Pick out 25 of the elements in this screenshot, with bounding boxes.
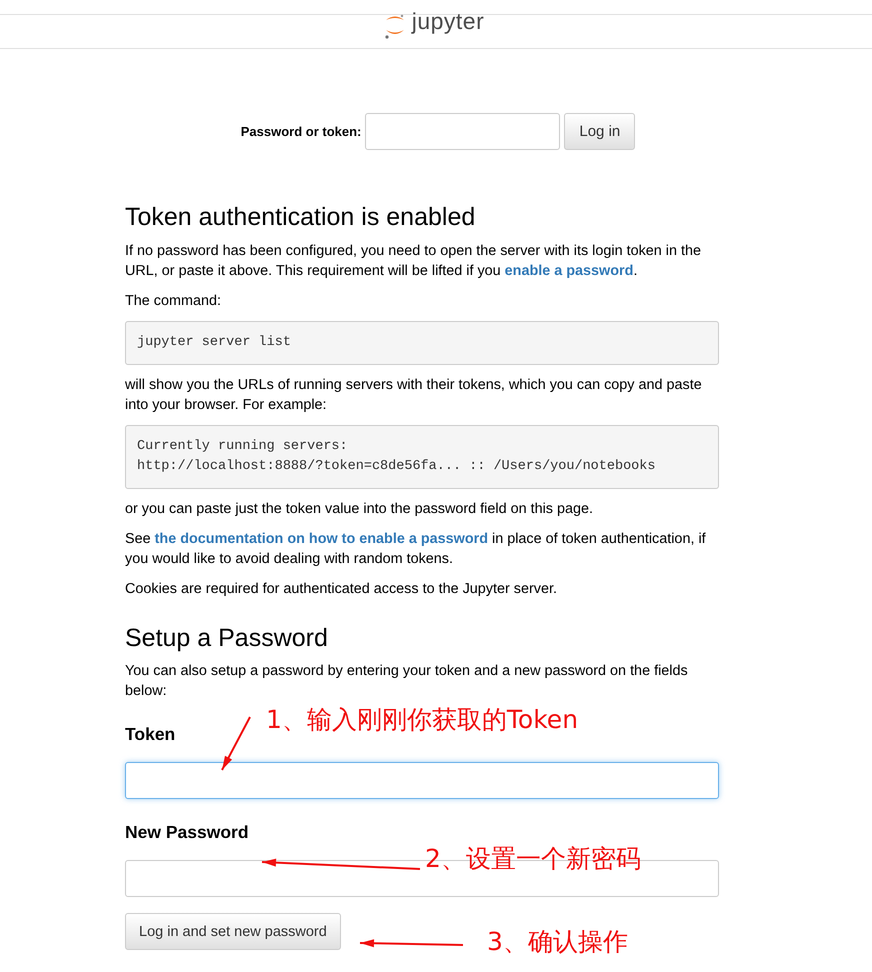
annotation-text: 2、设置一个新密码 [425,843,641,875]
paragraph: will show you the URLs of running servers with their tokens, which you can copy and paste into your browser. For example: [125,376,703,415]
code-block: Currently running servers: http://localhost:8888/?token=c8de56fa... :: /Users/you/notebooks [125,425,719,489]
field-label: Token [125,723,176,745]
paragraph: You can also setup a password by entering your token and a new password on the fields below: [125,662,689,701]
field-label: New Password [125,821,249,843]
input-field[interactable] [125,762,719,799]
paragraph: The command: [125,292,222,311]
password-field[interactable] [365,113,560,150]
documentation-link[interactable]: enable a password [504,263,634,279]
set-password-button[interactable]: Log in and set new password [125,913,341,950]
documentation-link[interactable]: the documentation on how to enable a password [154,531,488,547]
section-heading: Token authentication is enabled [125,202,476,232]
paragraph: Cookies are required for authenticated access to the Jupyter server. [125,580,558,599]
logo-icon [384,14,406,40]
login-button[interactable]: Log in [564,113,636,150]
code-block: jupyter server list [125,321,719,365]
paragraph: See the documentation on how to enable a password in place of token authentication, if you would like to avoid dealing with random tokens. [125,530,707,569]
section-heading: Setup a Password [125,623,329,653]
field-label: Password or token: [240,124,362,139]
annotation-text: 1、输入刚刚你获取的Token [266,704,578,736]
annotation-text: 3、确认操作 [487,926,628,958]
annotation-arrow [221,716,251,770]
paragraph: If no password has been configured, you need to open the server with its login token in the URL, or paste it above. This requirement will be lifted if you enable a password. [125,242,702,281]
paragraph: or you can paste just the token value into the password field on this page. [125,500,594,519]
